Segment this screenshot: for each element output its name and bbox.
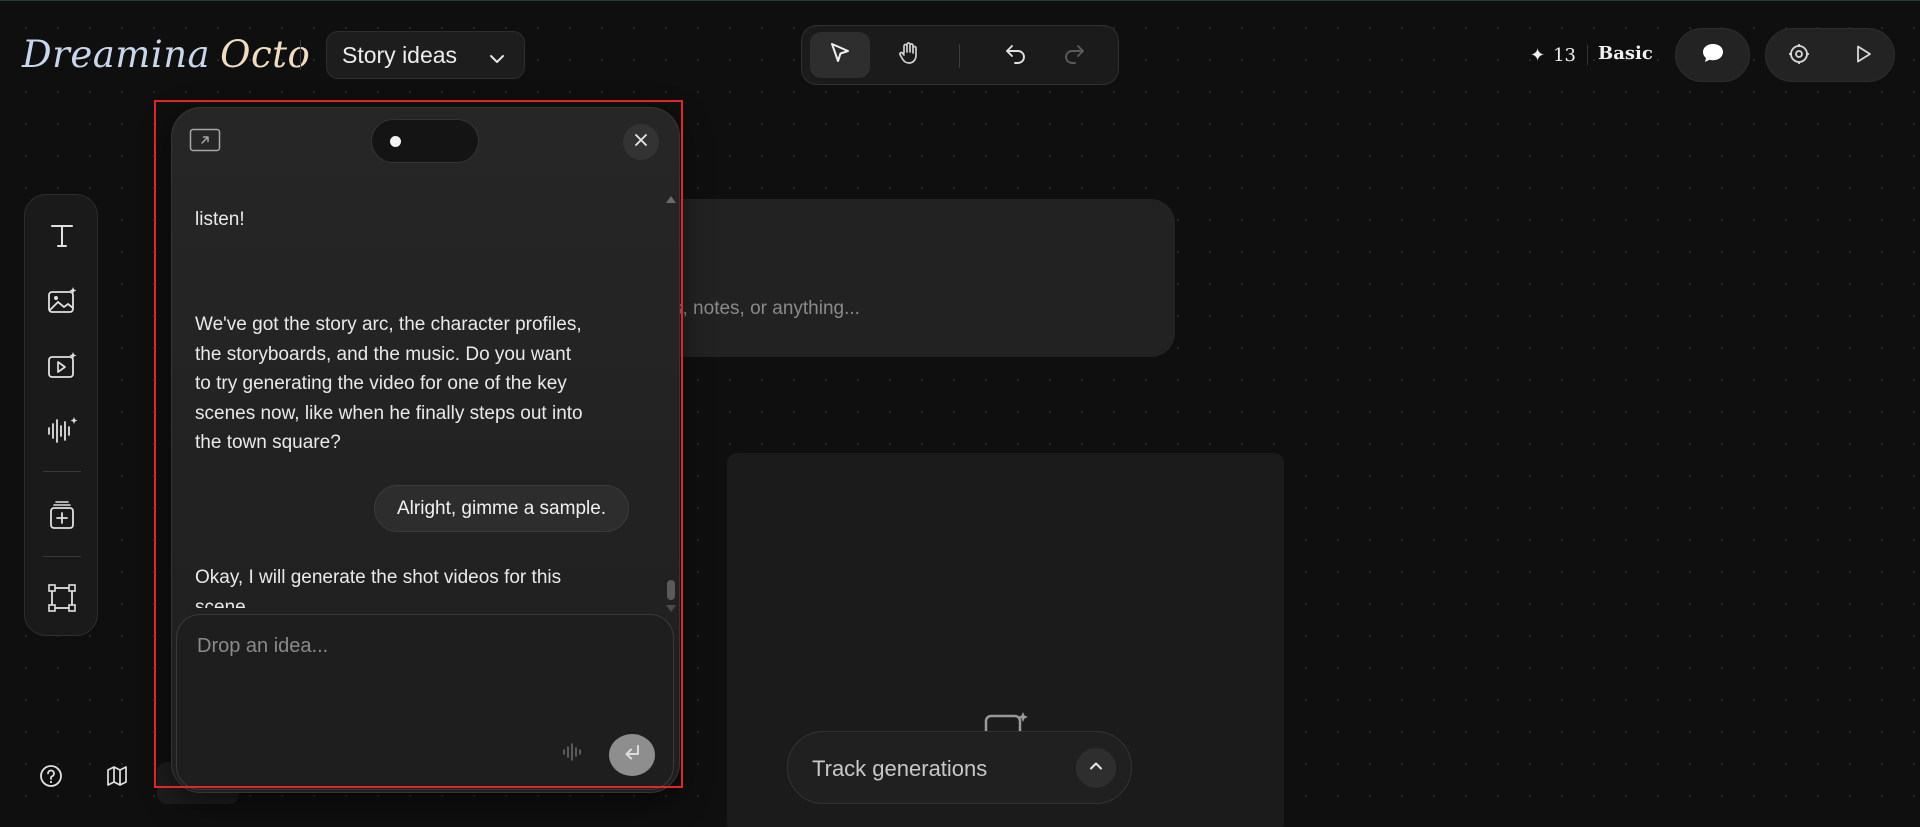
message-line: the storyboards, and the music. Do you w… xyxy=(195,343,571,365)
scroll-down-arrow[interactable] xyxy=(666,605,676,612)
message-line: Okay, I will generate the shot videos fo… xyxy=(195,567,562,588)
logo-text-octo: Octo xyxy=(220,32,311,76)
left-toolbar xyxy=(24,194,98,636)
message-composer xyxy=(176,614,674,790)
undo-button[interactable] xyxy=(986,32,1046,78)
credits-indicator[interactable]: ✦ 13 xyxy=(1530,43,1576,67)
send-button[interactable] xyxy=(609,734,655,776)
credits-divider xyxy=(1587,45,1588,65)
message-line: scenes now, like when he finally steps o… xyxy=(195,402,583,424)
project-title: Story ideas xyxy=(342,41,458,68)
voice-input-button[interactable] xyxy=(557,739,587,769)
canvas-note-card[interactable] xyxy=(655,199,1175,357)
text-tool-button[interactable] xyxy=(36,213,88,261)
credits-star-icon: ✦ xyxy=(1530,44,1546,66)
map-icon xyxy=(105,764,129,793)
message-line: We've got the story arc, the character p… xyxy=(195,314,582,335)
pan-tool-button[interactable] xyxy=(879,32,939,78)
top-accent-line xyxy=(0,0,1920,1)
image-gen-icon xyxy=(47,286,77,319)
chevron-down-icon xyxy=(488,47,506,74)
toolbar-divider xyxy=(43,471,81,472)
plan-badge[interactable]: Basic xyxy=(1598,43,1653,64)
close-icon xyxy=(633,132,649,153)
select-tool-button[interactable] xyxy=(810,32,870,78)
chat-toggle-button[interactable] xyxy=(1675,28,1750,82)
message-text: listen! xyxy=(195,209,245,230)
chat-bubble-icon xyxy=(1701,42,1725,69)
scrollbar-thumb[interactable] xyxy=(667,580,675,600)
track-generations-bar[interactable]: Track generations xyxy=(787,731,1132,804)
toggle-knob xyxy=(390,136,401,147)
mode-toggle[interactable] xyxy=(371,119,479,163)
settings-button[interactable] xyxy=(1769,29,1829,83)
chat-panel: listen! We've got the story arc, the cha… xyxy=(171,107,680,793)
message-line: scene. xyxy=(195,596,251,609)
scroll-up-arrow[interactable] xyxy=(666,196,676,203)
canvas-tool-group xyxy=(801,25,1119,85)
expand-icon xyxy=(189,128,221,157)
logo-text-dreamina: Dreamina xyxy=(22,32,211,76)
voice-icon xyxy=(561,742,583,767)
message-line: the town square? xyxy=(195,432,341,453)
close-panel-button[interactable] xyxy=(623,124,659,160)
video-gen-button[interactable] xyxy=(36,343,88,391)
undo-icon xyxy=(1003,40,1029,71)
image-gen-button[interactable] xyxy=(36,278,88,326)
user-message-bubble: Alright, gimme a sample. xyxy=(374,485,630,532)
send-icon xyxy=(621,743,643,768)
header-divider xyxy=(300,40,301,70)
credits-count: 13 xyxy=(1553,44,1576,66)
play-icon xyxy=(1852,43,1874,70)
text-icon xyxy=(48,221,76,254)
message-list[interactable]: listen! We've got the story arc, the cha… xyxy=(172,172,679,608)
audio-gen-button[interactable] xyxy=(36,408,88,456)
expand-panel-button[interactable] xyxy=(188,127,222,157)
settings-icon xyxy=(1788,43,1810,70)
play-button[interactable] xyxy=(1833,29,1893,83)
project-title-dropdown[interactable]: Story ideas xyxy=(326,31,525,79)
add-card-button[interactable] xyxy=(36,493,88,541)
select-cursor-icon xyxy=(827,40,853,71)
add-card-icon xyxy=(48,500,76,535)
message-line: to try generating the video for one of t… xyxy=(195,373,567,394)
idea-input[interactable] xyxy=(197,635,647,695)
track-expand-button[interactable] xyxy=(1076,748,1116,788)
header-action-group xyxy=(1765,28,1895,82)
assistant-message: We've got the story arc, the character p… xyxy=(195,310,615,458)
hand-pan-icon xyxy=(896,40,922,71)
tool-divider xyxy=(959,44,960,68)
chevron-up-icon xyxy=(1088,758,1104,779)
toolbar-divider xyxy=(43,556,81,557)
track-generations-label: Track generations xyxy=(812,756,988,781)
redo-icon xyxy=(1061,40,1087,71)
app-logo[interactable]: Dreamina Octo xyxy=(22,30,310,78)
map-button[interactable] xyxy=(97,758,137,798)
canvas-note-placeholder: s, notes, or anything... xyxy=(673,298,860,319)
assistant-message: Okay, I will generate the shot videos fo… xyxy=(195,563,615,608)
message-text: Alright, gimme a sample. xyxy=(397,497,607,519)
frame-icon xyxy=(47,583,77,618)
frame-tool-button[interactable] xyxy=(36,576,88,624)
help-button[interactable] xyxy=(31,758,71,798)
redo-button[interactable] xyxy=(1044,32,1104,78)
help-icon xyxy=(39,764,63,793)
video-gen-icon xyxy=(47,351,77,384)
audio-gen-icon xyxy=(46,416,78,449)
